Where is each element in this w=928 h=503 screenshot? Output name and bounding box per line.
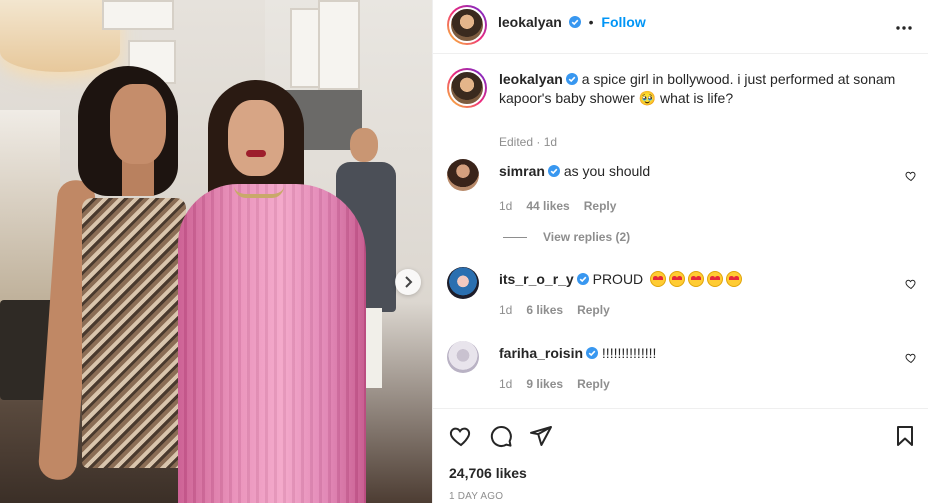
- comment-time: 1d: [499, 303, 513, 317]
- more-icon: [896, 26, 912, 30]
- comment-likes[interactable]: 9 likes: [526, 377, 563, 391]
- comment-time: 1d: [499, 377, 513, 391]
- commenter-avatar[interactable]: [447, 267, 479, 299]
- heart-eyes-emoji-icon: [688, 271, 705, 287]
- post-date[interactable]: 1 DAY AGO: [449, 491, 503, 502]
- comment-item: fariha_roisin !!!!!!!!!!!!!! 1d 9 likes Re…: [447, 341, 917, 407]
- verified-icon: [576, 273, 589, 285]
- heart-eyes-emoji-icon: [650, 271, 667, 287]
- commenter-avatar[interactable]: [447, 341, 479, 373]
- photo-frame: [318, 0, 360, 90]
- heart-eyes-emoji-icon: [726, 271, 743, 287]
- comment-meta: 1d 9 likes Reply: [499, 377, 610, 391]
- replies-line: [503, 237, 527, 239]
- photo-frame: [290, 8, 320, 88]
- comment-icon[interactable]: [489, 424, 513, 448]
- comment-username[interactable]: its_r_o_r_y: [499, 271, 574, 287]
- comment-text: !!!!!!!!!!!!!!: [601, 345, 657, 361]
- caption-meta: Edited · 1d: [499, 135, 558, 149]
- view-replies-label: View replies (2): [543, 230, 631, 244]
- comment-meta: 1d 44 likes Reply: [499, 199, 616, 213]
- more-options-button[interactable]: [895, 15, 913, 36]
- post-caption: leokalyan a spice girl in bollywood. i j…: [447, 68, 919, 149]
- verified-icon: [568, 16, 581, 28]
- reply-button[interactable]: Reply: [584, 199, 617, 213]
- reply-button[interactable]: Reply: [577, 303, 610, 317]
- author-username[interactable]: leokalyan: [498, 14, 562, 30]
- comment-text: as you should: [563, 163, 651, 179]
- heart-eyes-emoji-icon: [707, 271, 724, 287]
- comments-section: leokalyan a spice girl in bollywood. i j…: [433, 55, 928, 407]
- post-actions: 24,706 likes 1 DAY AGO: [433, 408, 928, 503]
- likes-count[interactable]: 24,706 likes: [449, 465, 527, 481]
- caption-avatar[interactable]: [447, 68, 487, 108]
- post-photo[interactable]: [0, 0, 432, 503]
- photo-frame: [102, 0, 174, 30]
- comment-text-block: fariha_roisin !!!!!!!!!!!!!!: [499, 344, 899, 363]
- next-photo-button[interactable]: [395, 269, 421, 295]
- view-replies-button[interactable]: View replies (2): [503, 230, 630, 244]
- header-separator: •: [588, 14, 594, 30]
- heart-icon[interactable]: [905, 170, 917, 182]
- bookmark-icon[interactable]: [893, 424, 917, 448]
- post-header: leokalyan • Follow: [433, 0, 928, 54]
- chevron-right-icon: [405, 276, 413, 288]
- reply-button[interactable]: Reply: [577, 377, 610, 391]
- comment-likes[interactable]: 6 likes: [526, 303, 563, 317]
- comment-likes[interactable]: 44 likes: [526, 199, 569, 213]
- comment-username[interactable]: fariha_roisin: [499, 345, 583, 361]
- share-icon[interactable]: [529, 424, 553, 448]
- post-sidebar: leokalyan • Follow leokalyan a spice gir…: [432, 0, 928, 503]
- caption-emoji: 🥹: [638, 90, 657, 106]
- heart-icon[interactable]: [449, 424, 473, 448]
- follow-button[interactable]: Follow: [601, 14, 645, 30]
- commenter-avatar[interactable]: [447, 159, 479, 191]
- comment-meta: 1d 6 likes Reply: [499, 303, 610, 317]
- photo-person-right: [170, 80, 370, 503]
- comment-text: PROUD: [592, 271, 644, 287]
- verified-icon: [586, 347, 599, 359]
- verified-icon: [565, 73, 578, 85]
- caption-text-block: leokalyan a spice girl in bollywood. i j…: [499, 70, 919, 108]
- heart-eyes-emoji-icon: [669, 271, 686, 287]
- comment-text-block: simran as you should: [499, 162, 899, 181]
- comment-username[interactable]: simran: [499, 163, 545, 179]
- heart-eyes-emoji-row: [647, 271, 743, 287]
- caption-text-end: what is life?: [659, 90, 734, 106]
- comment-time: 1d: [499, 199, 513, 213]
- comment-item: its_r_o_r_y PROUD 1d 6 likes Reply: [447, 267, 917, 337]
- heart-icon[interactable]: [905, 278, 917, 290]
- heart-icon[interactable]: [905, 352, 917, 364]
- caption-username[interactable]: leokalyan: [499, 71, 563, 87]
- author-avatar[interactable]: [447, 5, 487, 45]
- comment-text-block: its_r_o_r_y PROUD: [499, 270, 899, 289]
- verified-icon: [547, 165, 560, 177]
